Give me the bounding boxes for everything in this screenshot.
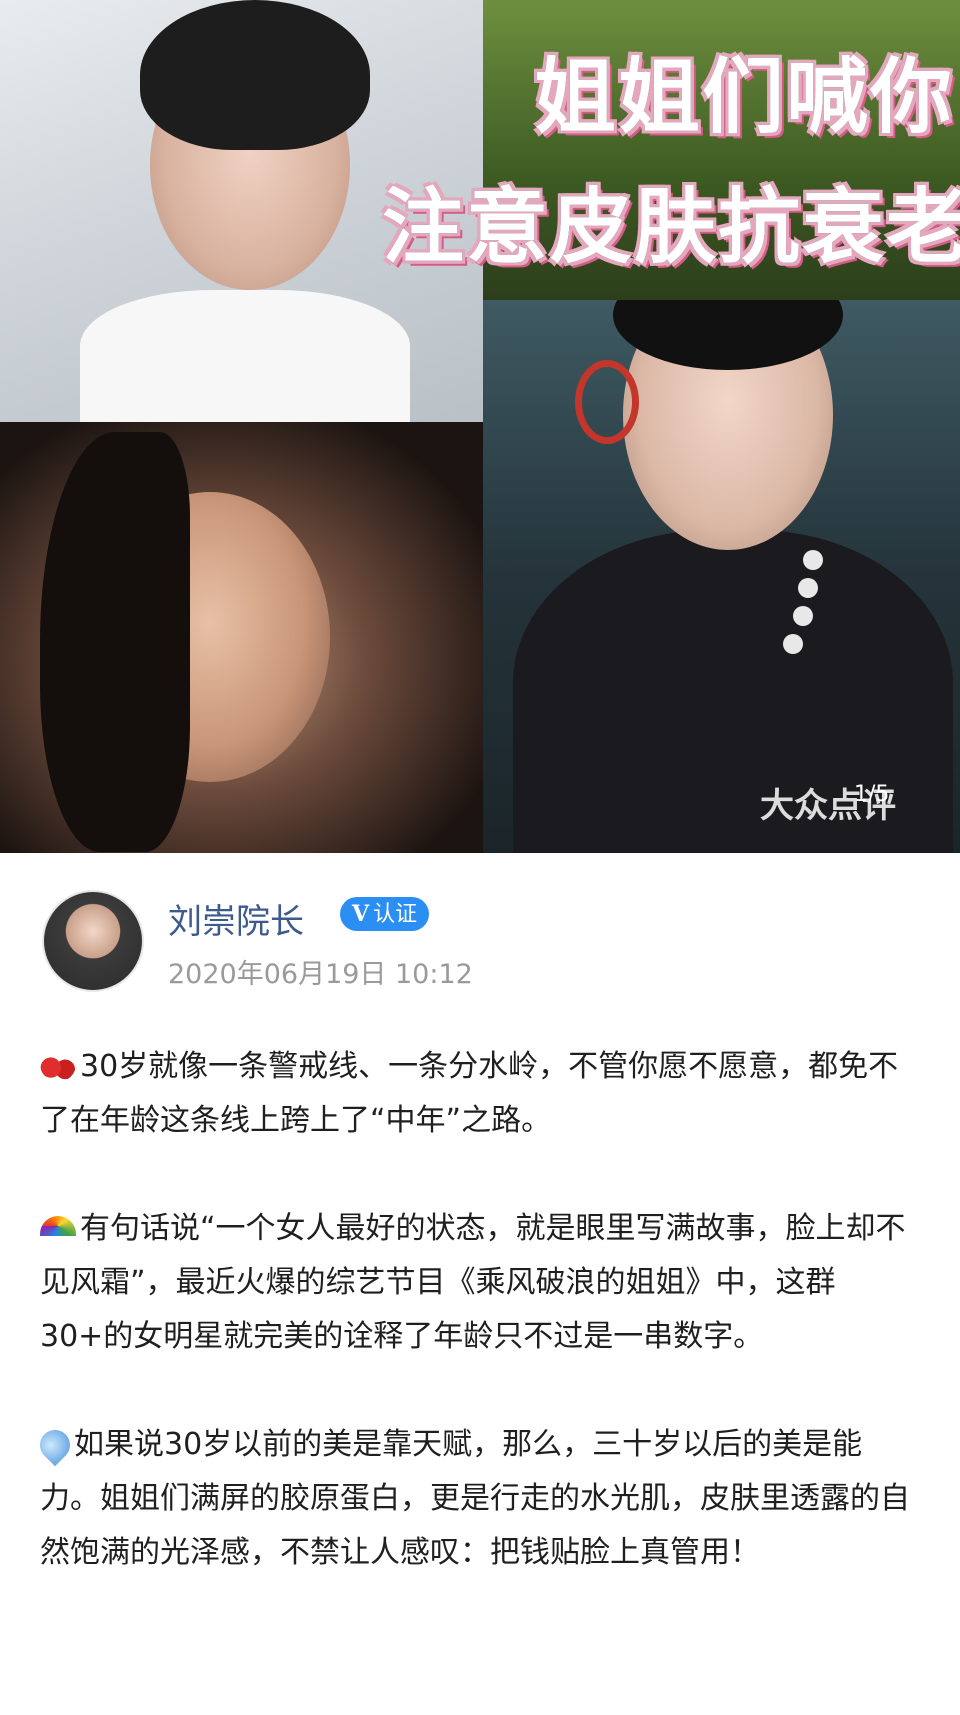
paragraph: 如果说30岁以前的美是靠天赋，那么，三十岁以后的美是能力。姐姐们满屏的胶原蛋白，… [33,1418,920,1580]
image-carousel[interactable]: 姐姐们喊你 注意皮肤抗衰老 大众点评 1/5 [0,0,960,853]
author-name[interactable]: 刘崇院长 [168,894,304,943]
paragraph-text: 有句话说“一个女人最好的状态，就是眼里写满故事，脸上却不见风霜”，最近火爆的综艺… [40,1211,906,1354]
post-date: 2020年06月19日 10:12 [168,959,473,990]
paragraph-text: 如果说30岁以前的美是靠天赋，那么，三十岁以后的美是能力。姐姐们满屏的胶原蛋白，… [40,1427,910,1570]
carousel-photo-bottom-right [483,300,960,853]
droplet-icon [33,1423,77,1467]
paragraph: 30岁就像一条警戒线、一条分水岭，不管你愿不愿意，都免不了在年龄这条线上跨上了“… [40,1040,920,1148]
avatar[interactable] [42,890,144,992]
carousel-photo-bottom-left [0,422,483,853]
paragraph: 有句话说“一个女人最好的状态，就是眼里写满故事，脸上却不见风霜”，最近火爆的综艺… [40,1202,920,1364]
verified-label: 认证 [373,902,418,927]
headline-line-2: 注意皮肤抗衰老 [381,180,960,275]
headline-line-1: 姐姐们喊你 [533,50,954,145]
verified-badge: V 认证 [340,897,430,931]
cherry-icon [40,1046,76,1082]
rainbow-icon [40,1216,76,1236]
image-counter: 1/5 [854,782,890,807]
paragraph-text: 30岁就像一条警戒线、一条分水岭，不管你愿不愿意，都免不了在年龄这条线上跨上了“… [40,1049,899,1138]
verified-v-icon: V [352,901,370,927]
post-body: 30岁就像一条警戒线、一条分水岭，不管你愿不愿意，都免不了在年龄这条线上跨上了“… [33,1040,920,1634]
